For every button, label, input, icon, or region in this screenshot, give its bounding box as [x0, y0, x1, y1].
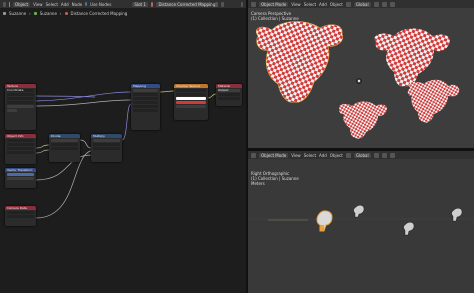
suzanne-small[interactable] — [339, 101, 388, 139]
mapping-node[interactable]: Mapping — [131, 84, 160, 130]
wire — [79, 139, 92, 149]
divide-node[interactable]: Divide — [49, 134, 80, 162]
proportional-edit-icon[interactable] — [389, 1, 395, 7]
scale-field[interactable] — [176, 105, 206, 108]
node-input-row — [93, 147, 120, 150]
orientation-dropdown[interactable]: Global — [353, 1, 371, 7]
node-input-row — [133, 93, 158, 96]
node-output-row — [7, 215, 34, 218]
mapping-type-field[interactable] — [133, 89, 158, 92]
node-input-row — [93, 143, 120, 146]
node-title: Camera Data — [5, 206, 36, 210]
node-input-row — [176, 93, 206, 96]
node-title: Divide — [49, 134, 80, 138]
transform-orientation-icon[interactable] — [345, 1, 351, 7]
node-title: Mapping — [131, 84, 160, 88]
checker-texture-node[interactable]: Checker Texture — [174, 84, 208, 120]
node-title: Texture Coordinate — [5, 84, 36, 92]
camera-data-node[interactable]: Camera Data — [5, 206, 36, 226]
node-title: Material Output — [216, 84, 242, 92]
suzanne-side[interactable] — [403, 222, 415, 236]
viewport-ortho[interactable]: Object Mode View Select Add Object Globa… — [248, 151, 474, 293]
menu-view[interactable]: View — [291, 153, 301, 158]
node-title: Multiply — [91, 134, 122, 138]
node-output-row — [7, 211, 34, 214]
menu-object[interactable]: Object — [330, 2, 343, 7]
material-output-node[interactable]: Material Output — [216, 84, 242, 106]
node-output-row — [7, 151, 34, 154]
wire — [121, 103, 132, 141]
wire — [35, 99, 132, 107]
orientation-dropdown[interactable]: Global — [353, 152, 371, 158]
node-output-row — [7, 143, 34, 146]
node-input-row — [218, 93, 240, 96]
transform-orientation-icon[interactable] — [345, 152, 351, 158]
node-input-row — [133, 101, 158, 104]
wire — [35, 144, 50, 149]
transform-space-field[interactable] — [7, 177, 34, 180]
node-title: Vector Transform — [5, 168, 36, 172]
ortho-scene — [248, 205, 474, 236]
wire — [159, 90, 175, 93]
color1-swatch[interactable] — [176, 97, 206, 100]
viewport-header: Object Mode View Select Add Object Globa… — [248, 0, 474, 8]
suzanne-selected-side[interactable] — [316, 210, 333, 232]
editor-type-icon[interactable] — [251, 1, 256, 7]
node-output-row — [7, 93, 34, 96]
wire — [207, 93, 217, 99]
menu-select[interactable]: Select — [304, 153, 316, 158]
snap-icon[interactable] — [381, 152, 387, 158]
mode-dropdown[interactable]: Object Mode — [259, 152, 289, 158]
transform-type-field[interactable] — [7, 173, 34, 176]
texture-coordinate-node[interactable]: Texture Coordinate — [5, 84, 36, 130]
node-title: Checker Texture — [174, 84, 208, 88]
node-output-row — [7, 147, 34, 150]
color2-swatch[interactable] — [176, 101, 206, 104]
mode-dropdown[interactable]: Object Mode — [259, 1, 289, 7]
snap-icon[interactable] — [381, 1, 387, 7]
operation-field[interactable] — [51, 139, 78, 142]
menu-object[interactable]: Object — [330, 153, 343, 158]
node-input-row — [133, 109, 158, 112]
node-output-row — [176, 89, 206, 92]
menu-add[interactable]: Add — [319, 2, 327, 7]
menu-add[interactable]: Add — [319, 153, 327, 158]
node-input-row — [51, 147, 78, 150]
viewport-header: Object Mode View Select Add Object Globa… — [248, 151, 474, 159]
multiply-node[interactable]: Multiply — [91, 134, 122, 162]
3d-cursor-center — [357, 79, 361, 83]
node-input-row — [133, 105, 158, 108]
suzanne-medium[interactable] — [374, 28, 450, 87]
node-input-row — [51, 143, 78, 146]
object-info-node[interactable]: Object Info — [5, 134, 36, 164]
object-field[interactable] — [7, 105, 34, 108]
suzanne-side[interactable] — [353, 205, 365, 218]
node-output-row — [7, 101, 34, 104]
proportional-edit-icon[interactable] — [389, 152, 395, 158]
pivot-icon[interactable] — [373, 1, 379, 7]
node-output-row — [7, 139, 34, 142]
checker-scene — [255, 21, 460, 139]
node-input-row — [133, 97, 158, 100]
vector-transform-node[interactable]: Vector Transform — [5, 168, 36, 188]
node-wires — [35, 90, 217, 219]
editor-type-icon[interactable] — [251, 152, 256, 158]
suzanne-large[interactable] — [255, 21, 344, 103]
wire — [35, 91, 132, 102]
from-instancer-checkbox[interactable] — [7, 109, 17, 112]
node-input-row — [218, 97, 240, 100]
pivot-icon[interactable] — [373, 152, 379, 158]
viewport-camera[interactable]: Object Mode View Select Add Object Globa… — [248, 0, 474, 148]
node-output-row — [7, 97, 34, 100]
menu-view[interactable]: View — [291, 2, 301, 7]
node-title: Object Info — [5, 134, 36, 138]
node-editor: Object View Select Add Node Use Nodes Sl… — [0, 0, 246, 293]
menu-select[interactable]: Select — [304, 2, 316, 7]
suzanne-right[interactable] — [407, 79, 460, 123]
wire — [35, 149, 50, 154]
operation-field[interactable] — [93, 139, 120, 142]
